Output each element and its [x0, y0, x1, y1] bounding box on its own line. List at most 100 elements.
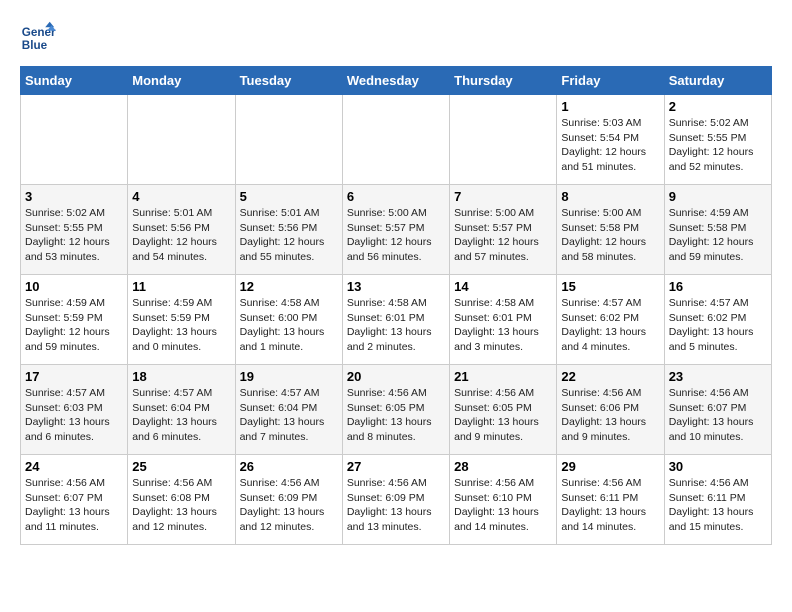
day-info: Sunrise: 4:56 AM Sunset: 6:11 PM Dayligh…	[561, 476, 659, 535]
logo: General Blue	[20, 20, 60, 56]
day-number: 10	[25, 279, 123, 294]
day-number: 8	[561, 189, 659, 204]
calendar-cell: 18 Sunrise: 4:57 AM Sunset: 6:04 PM Dayli…	[128, 365, 235, 455]
calendar-cell: 21Sunrise: 4:56 AM Sunset: 6:05 PM Dayli…	[450, 365, 557, 455]
day-info: Sunrise: 4:56 AM Sunset: 6:05 PM Dayligh…	[347, 386, 445, 445]
day-number: 24	[25, 459, 123, 474]
day-info: Sunrise: 4:56 AM Sunset: 6:06 PM Dayligh…	[561, 386, 659, 445]
weekday-header-wednesday: Wednesday	[342, 67, 449, 95]
calendar-cell: 7Sunrise: 5:00 AM Sunset: 5:57 PM Daylig…	[450, 185, 557, 275]
calendar-cell: 19 Sunrise: 4:57 AM Sunset: 6:04 PM Dayli…	[235, 365, 342, 455]
day-info: Sunrise: 4:59 AM Sunset: 5:58 PM Dayligh…	[669, 206, 767, 265]
calendar-cell: 30 Sunrise: 4:56 AM Sunset: 6:11 PM Dayli…	[664, 455, 771, 545]
day-number: 17	[25, 369, 123, 384]
day-info: Sunrise: 5:00 AM Sunset: 5:57 PM Dayligh…	[347, 206, 445, 265]
day-number: 15	[561, 279, 659, 294]
calendar-cell: 12 Sunrise: 4:58 AM Sunset: 6:00 PM Dayli…	[235, 275, 342, 365]
day-number: 23	[669, 369, 767, 384]
day-number: 19	[240, 369, 338, 384]
calendar-cell: 4 Sunrise: 5:01 AM Sunset: 5:56 PM Daylig…	[128, 185, 235, 275]
calendar-cell: 8Sunrise: 5:00 AM Sunset: 5:58 PM Daylig…	[557, 185, 664, 275]
day-info: Sunrise: 4:57 AM Sunset: 6:03 PM Dayligh…	[25, 386, 123, 445]
day-info: Sunrise: 4:57 AM Sunset: 6:04 PM Dayligh…	[132, 386, 230, 445]
calendar-cell: 13 Sunrise: 4:58 AM Sunset: 6:01 PM Dayli…	[342, 275, 449, 365]
day-info: Sunrise: 4:59 AM Sunset: 5:59 PM Dayligh…	[25, 296, 123, 355]
day-number: 18	[132, 369, 230, 384]
day-info: Sunrise: 4:56 AM Sunset: 6:11 PM Dayligh…	[669, 476, 767, 535]
calendar-cell: 28 Sunrise: 4:56 AM Sunset: 6:10 PM Dayli…	[450, 455, 557, 545]
calendar-cell	[21, 95, 128, 185]
day-info: Sunrise: 4:57 AM Sunset: 6:02 PM Dayligh…	[561, 296, 659, 355]
day-info: Sunrise: 5:00 AM Sunset: 5:57 PM Dayligh…	[454, 206, 552, 265]
day-number: 12	[240, 279, 338, 294]
weekday-header-row: SundayMondayTuesdayWednesdayThursdayFrid…	[21, 67, 772, 95]
day-info: Sunrise: 5:01 AM Sunset: 5:56 PM Dayligh…	[132, 206, 230, 265]
week-row-5: 24 Sunrise: 4:56 AM Sunset: 6:07 PM Dayli…	[21, 455, 772, 545]
day-number: 2	[669, 99, 767, 114]
calendar-cell: 3 Sunrise: 5:02 AM Sunset: 5:55 PM Daylig…	[21, 185, 128, 275]
day-info: Sunrise: 4:57 AM Sunset: 6:02 PM Dayligh…	[669, 296, 767, 355]
day-info: Sunrise: 5:02 AM Sunset: 5:55 PM Dayligh…	[25, 206, 123, 265]
calendar-cell: 14Sunrise: 4:58 AM Sunset: 6:01 PM Dayli…	[450, 275, 557, 365]
calendar-cell: 22 Sunrise: 4:56 AM Sunset: 6:06 PM Dayli…	[557, 365, 664, 455]
day-info: Sunrise: 4:58 AM Sunset: 6:01 PM Dayligh…	[347, 296, 445, 355]
day-number: 6	[347, 189, 445, 204]
day-number: 29	[561, 459, 659, 474]
day-info: Sunrise: 4:57 AM Sunset: 6:04 PM Dayligh…	[240, 386, 338, 445]
week-row-2: 3 Sunrise: 5:02 AM Sunset: 5:55 PM Daylig…	[21, 185, 772, 275]
day-number: 25	[132, 459, 230, 474]
day-info: Sunrise: 5:03 AM Sunset: 5:54 PM Dayligh…	[561, 116, 659, 175]
day-info: Sunrise: 4:58 AM Sunset: 6:00 PM Dayligh…	[240, 296, 338, 355]
day-info: Sunrise: 4:56 AM Sunset: 6:10 PM Dayligh…	[454, 476, 552, 535]
calendar-cell: 20 Sunrise: 4:56 AM Sunset: 6:05 PM Dayli…	[342, 365, 449, 455]
day-info: Sunrise: 4:59 AM Sunset: 5:59 PM Dayligh…	[132, 296, 230, 355]
week-row-4: 17 Sunrise: 4:57 AM Sunset: 6:03 PM Dayli…	[21, 365, 772, 455]
day-number: 30	[669, 459, 767, 474]
day-number: 26	[240, 459, 338, 474]
svg-text:Blue: Blue	[22, 39, 48, 52]
calendar-cell: 29 Sunrise: 4:56 AM Sunset: 6:11 PM Dayli…	[557, 455, 664, 545]
calendar-cell: 24 Sunrise: 4:56 AM Sunset: 6:07 PM Dayli…	[21, 455, 128, 545]
weekday-header-tuesday: Tuesday	[235, 67, 342, 95]
day-info: Sunrise: 5:01 AM Sunset: 5:56 PM Dayligh…	[240, 206, 338, 265]
day-info: Sunrise: 4:56 AM Sunset: 6:09 PM Dayligh…	[240, 476, 338, 535]
calendar-cell: 17 Sunrise: 4:57 AM Sunset: 6:03 PM Dayli…	[21, 365, 128, 455]
day-number: 20	[347, 369, 445, 384]
calendar-cell: 23Sunrise: 4:56 AM Sunset: 6:07 PM Dayli…	[664, 365, 771, 455]
day-number: 28	[454, 459, 552, 474]
calendar-cell: 9 Sunrise: 4:59 AM Sunset: 5:58 PM Daylig…	[664, 185, 771, 275]
weekday-header-monday: Monday	[128, 67, 235, 95]
weekday-header-thursday: Thursday	[450, 67, 557, 95]
page-header: General Blue	[20, 20, 772, 56]
day-number: 22	[561, 369, 659, 384]
calendar-cell	[342, 95, 449, 185]
calendar-cell: 10 Sunrise: 4:59 AM Sunset: 5:59 PM Dayli…	[21, 275, 128, 365]
calendar-cell: 26 Sunrise: 4:56 AM Sunset: 6:09 PM Dayli…	[235, 455, 342, 545]
calendar-cell	[450, 95, 557, 185]
day-number: 16	[669, 279, 767, 294]
day-number: 4	[132, 189, 230, 204]
calendar-table: SundayMondayTuesdayWednesdayThursdayFrid…	[20, 66, 772, 545]
weekday-header-saturday: Saturday	[664, 67, 771, 95]
calendar-cell: 25 Sunrise: 4:56 AM Sunset: 6:08 PM Dayli…	[128, 455, 235, 545]
day-number: 3	[25, 189, 123, 204]
day-number: 11	[132, 279, 230, 294]
day-info: Sunrise: 4:56 AM Sunset: 6:09 PM Dayligh…	[347, 476, 445, 535]
calendar-cell: 27 Sunrise: 4:56 AM Sunset: 6:09 PM Dayli…	[342, 455, 449, 545]
day-info: Sunrise: 4:56 AM Sunset: 6:07 PM Dayligh…	[25, 476, 123, 535]
week-row-3: 10 Sunrise: 4:59 AM Sunset: 5:59 PM Dayli…	[21, 275, 772, 365]
calendar-cell: 2 Sunrise: 5:02 AM Sunset: 5:55 PM Daylig…	[664, 95, 771, 185]
calendar-cell: 1Sunrise: 5:03 AM Sunset: 5:54 PM Daylig…	[557, 95, 664, 185]
calendar-cell: 15 Sunrise: 4:57 AM Sunset: 6:02 PM Dayli…	[557, 275, 664, 365]
day-number: 27	[347, 459, 445, 474]
day-number: 9	[669, 189, 767, 204]
calendar-cell: 16 Sunrise: 4:57 AM Sunset: 6:02 PM Dayli…	[664, 275, 771, 365]
day-number: 13	[347, 279, 445, 294]
calendar-cell: 11 Sunrise: 4:59 AM Sunset: 5:59 PM Dayli…	[128, 275, 235, 365]
day-info: Sunrise: 4:56 AM Sunset: 6:08 PM Dayligh…	[132, 476, 230, 535]
calendar-cell	[235, 95, 342, 185]
weekday-header-friday: Friday	[557, 67, 664, 95]
day-info: Sunrise: 5:02 AM Sunset: 5:55 PM Dayligh…	[669, 116, 767, 175]
day-number: 5	[240, 189, 338, 204]
calendar-cell: 5 Sunrise: 5:01 AM Sunset: 5:56 PM Daylig…	[235, 185, 342, 275]
